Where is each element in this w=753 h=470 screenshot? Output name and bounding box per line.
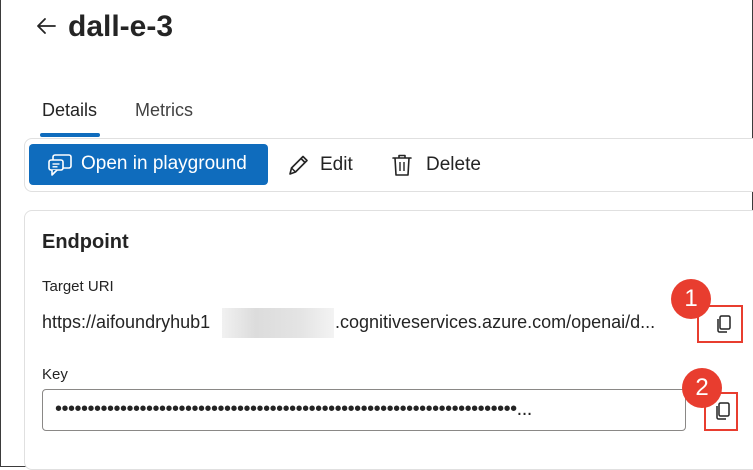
target-uri-prefix: https://aifoundryhub1	[42, 312, 211, 332]
endpoint-card	[24, 210, 753, 470]
page-title: dall-e-3	[68, 10, 174, 43]
key-label: Key	[42, 366, 68, 383]
active-tab-indicator	[40, 133, 100, 137]
edit-button[interactable]: Edit	[286, 150, 360, 180]
trash-icon	[390, 152, 414, 178]
key-masked-value: ••••••••••••••••••••••••••••••••••••••••…	[55, 398, 532, 420]
annotation-badge-1: 1	[671, 279, 711, 319]
chat-playground-icon	[47, 153, 73, 177]
annotation-badge-2: 2	[682, 368, 722, 408]
key-field[interactable]: ••••••••••••••••••••••••••••••••••••••••…	[42, 389, 686, 431]
endpoint-title: Endpoint	[42, 231, 129, 253]
tab-details[interactable]: Details	[42, 100, 97, 121]
open-in-playground-button[interactable]: Open in playground	[29, 144, 268, 185]
open-in-playground-label: Open in playground	[81, 153, 247, 174]
pencil-icon	[286, 152, 310, 178]
tab-metrics[interactable]: Metrics	[135, 100, 193, 121]
target-uri-label: Target URI	[42, 278, 114, 295]
redacted-region	[222, 308, 334, 338]
target-uri-suffix: .cognitiveservices.azure.com/openai/d...	[335, 312, 656, 332]
delete-label: Delete	[426, 154, 481, 175]
delete-button[interactable]: Delete	[390, 150, 490, 180]
edit-label: Edit	[320, 154, 353, 175]
arrow-left-icon[interactable]	[34, 14, 58, 38]
